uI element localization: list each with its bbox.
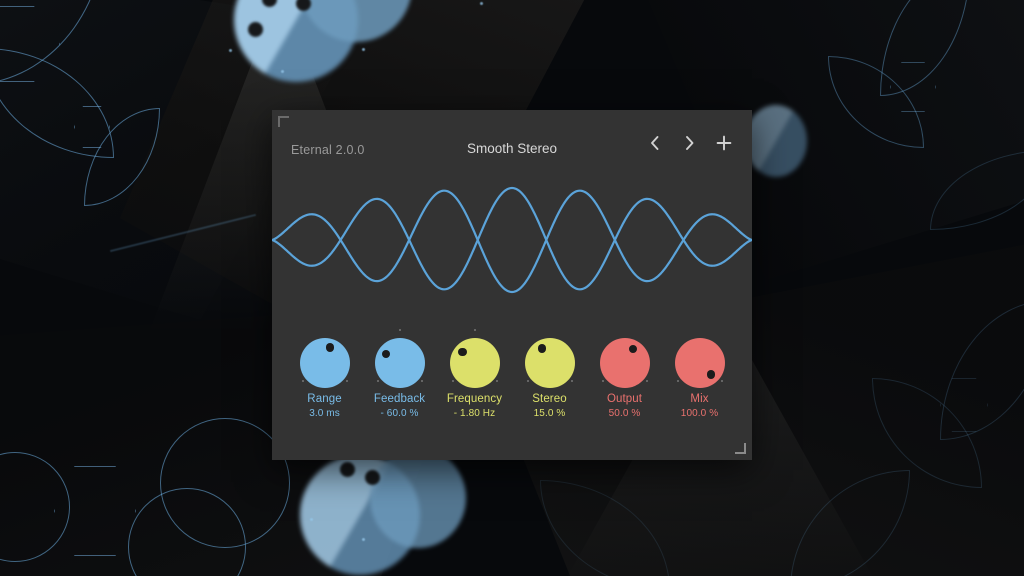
- add-preset-button[interactable]: [713, 132, 735, 154]
- stereo-knob-indicator: [537, 344, 546, 353]
- knob-range-tick: [345, 380, 348, 382]
- frequency-knob[interactable]: [449, 338, 500, 388]
- output-knob-indicator: [628, 344, 638, 354]
- wallpaper-speck: [310, 518, 313, 521]
- output-knob-label: Output: [606, 393, 643, 405]
- frequency-knob-wrap: [447, 328, 503, 392]
- waveform-path-right: [272, 186, 752, 291]
- mix-knob-indicator: [706, 370, 716, 379]
- waveform-svg: [272, 186, 752, 294]
- knob-center-tick: [398, 329, 401, 331]
- wallpaper-knob-dot: [365, 470, 380, 485]
- range-knob-wrap: [297, 328, 353, 392]
- knob-range-tick: [451, 380, 454, 382]
- feedback-knob-indicator: [381, 349, 391, 359]
- stereo-knob-wrap: [522, 328, 578, 392]
- chevron-right-icon: [684, 135, 695, 151]
- knob-cell: Feedback - 60.0 %: [370, 328, 430, 419]
- range-knob[interactable]: [299, 338, 350, 388]
- chevron-left-icon: [649, 135, 660, 151]
- stereo-knob-label: Stereo: [532, 393, 567, 405]
- prev-preset-button[interactable]: [643, 132, 665, 154]
- knob-range-tick: [376, 380, 379, 382]
- knob-range-tick: [601, 380, 604, 382]
- frequency-knob-value: - 1.80 Hz: [453, 408, 496, 419]
- wallpaper-knob-dot: [340, 462, 355, 477]
- frequency-knob-label: Frequency: [446, 393, 503, 405]
- feedback-knob[interactable]: [374, 338, 425, 388]
- plugin-titlebar[interactable]: Eternal 2.0.0 Smooth Stereo: [272, 110, 752, 172]
- knob-cell: Mix 100.0 %: [670, 328, 730, 419]
- range-knob-indicator: [325, 343, 335, 352]
- knob-range-tick: [420, 380, 423, 382]
- feedback-knob-label: Feedback: [373, 393, 426, 405]
- wallpaper-knob-dot: [248, 22, 263, 37]
- frequency-knob-indicator: [458, 347, 467, 356]
- knob-center-tick: [473, 329, 476, 331]
- knob-cell: Frequency - 1.80 Hz: [445, 328, 505, 419]
- knob-cell: Range 3.0 ms: [295, 328, 355, 419]
- knob-range-tick: [570, 380, 573, 382]
- output-knob[interactable]: [599, 338, 650, 388]
- wallpaper-speck: [229, 49, 232, 52]
- mix-knob-wrap: [672, 328, 728, 392]
- range-knob-label: Range: [307, 393, 342, 405]
- wallpaper-disc: [370, 448, 466, 548]
- wallpaper-speck: [281, 70, 284, 73]
- knob-range-tick: [645, 380, 648, 382]
- output-knob-value: 50.0 %: [608, 408, 641, 419]
- range-knob-value: 3.0 ms: [309, 408, 340, 419]
- waveform-path-left: [272, 189, 752, 294]
- mix-knob-value: 100.0 %: [680, 408, 719, 419]
- plus-icon: [716, 135, 732, 151]
- knob-range-tick: [495, 380, 498, 382]
- knob-range-tick: [301, 380, 304, 382]
- wallpaper-speck: [362, 538, 365, 541]
- bottom-right-resize-handle[interactable]: [735, 443, 746, 454]
- knob-range-tick: [676, 380, 679, 382]
- stereo-knob[interactable]: [524, 338, 575, 388]
- knob-range-tick: [720, 380, 723, 382]
- wallpaper-disc: [745, 105, 807, 177]
- preset-nav-group: [643, 132, 735, 154]
- waveform-display[interactable]: [272, 180, 752, 300]
- feedback-knob-value: - 60.0 %: [380, 408, 419, 419]
- next-preset-button[interactable]: [678, 132, 700, 154]
- wallpaper-speck: [480, 2, 483, 5]
- knob-row: Range 3.0 ms Feedback - 60.0 % Frequency - 1.…: [272, 328, 752, 419]
- output-knob-wrap: [597, 328, 653, 392]
- mix-knob[interactable]: [674, 338, 725, 388]
- knob-cell: Stereo 15.0 %: [520, 328, 580, 419]
- feedback-knob-wrap: [372, 328, 428, 392]
- mix-knob-label: Mix: [690, 393, 709, 405]
- stereo-knob-value: 15.0 %: [533, 408, 566, 419]
- knob-range-tick: [526, 380, 529, 382]
- plugin-window[interactable]: Eternal 2.0.0 Smooth Stereo Range 3.0 ms…: [272, 110, 752, 460]
- wallpaper-speck: [362, 48, 365, 51]
- knob-cell: Output 50.0 %: [595, 328, 655, 419]
